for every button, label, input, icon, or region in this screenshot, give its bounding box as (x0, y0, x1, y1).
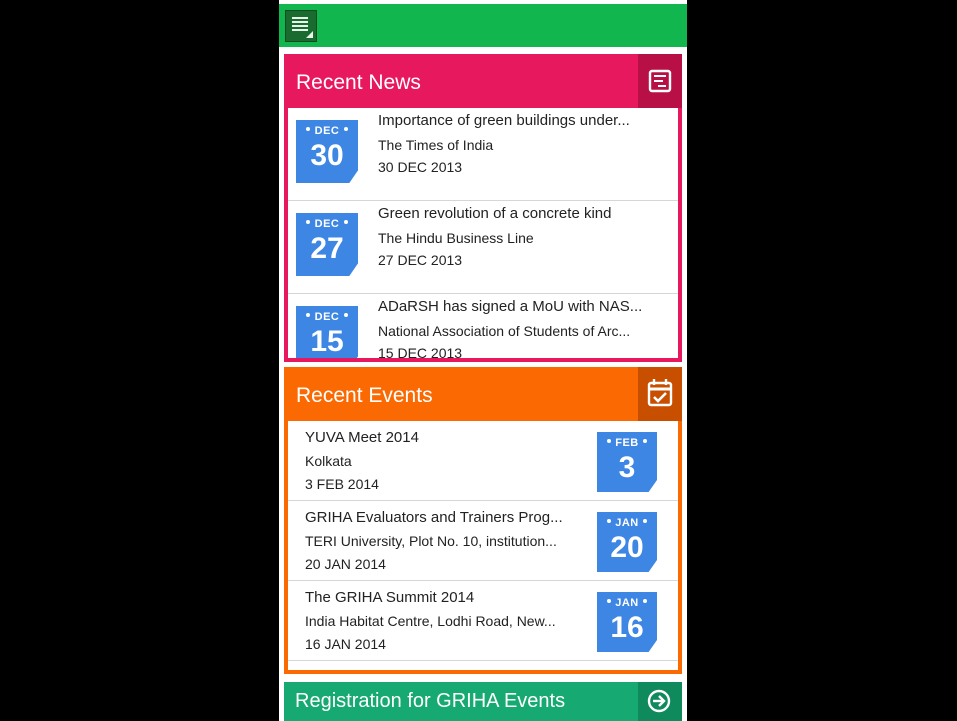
event-calendar-icon: JAN 16 (597, 592, 657, 652)
event-day: 20 (610, 531, 644, 564)
news-list-icon[interactable] (638, 54, 682, 108)
event-location: India Habitat Centre, Lodhi Road, New... (305, 613, 556, 629)
news-calendar-icon: DEC 30 (296, 120, 358, 183)
top-bar (279, 4, 687, 47)
event-month: FEB (615, 437, 639, 449)
news-date: 30 DEC 2013 (378, 159, 463, 175)
news-calendar-icon: DEC 15 (296, 306, 358, 358)
news-month: DEC (314, 125, 340, 137)
event-title: GRIHA Evaluators and Trainers Prog... (305, 509, 563, 526)
news-day: 27 (310, 232, 344, 265)
recent-events-header: Recent Events (288, 367, 682, 421)
event-day: 3 (618, 451, 636, 484)
event-item[interactable]: The GRIHA Summit 2014 India Habitat Cent… (288, 581, 678, 661)
news-date: 15 DEC 2013 (378, 345, 463, 358)
recent-news-title: Recent News (296, 71, 421, 94)
event-month: JAN (615, 597, 639, 609)
app-screen: Recent News DEC 30 Importance of green b… (279, 0, 687, 721)
event-title: The GRIHA Summit 2014 (305, 589, 475, 606)
event-date: 20 JAN 2014 (305, 556, 386, 572)
news-source: National Association of Students of Arc.… (378, 323, 631, 339)
registration-button[interactable]: Registration for GRIHA Events (284, 682, 682, 721)
arrow-right-circle-icon (638, 682, 682, 721)
event-title: YUVA Meet 2014 (305, 429, 419, 446)
news-headline: ADaRSH has signed a MoU with NAS... (378, 298, 643, 315)
news-source: The Times of India (378, 137, 494, 153)
news-day: 15 (310, 325, 344, 358)
news-source: The Hindu Business Line (378, 230, 534, 246)
event-location: TERI University, Plot No. 10, institutio… (305, 533, 557, 549)
news-item[interactable]: DEC 30 Importance of green buildings und… (288, 108, 678, 201)
news-headline: Green revolution of a concrete kind (378, 205, 612, 222)
event-month: JAN (615, 517, 639, 529)
news-calendar-icon: DEC 27 (296, 213, 358, 276)
news-day: 30 (310, 139, 344, 172)
event-item[interactable]: GRIHA Evaluators and Trainers Prog... TE… (288, 501, 678, 581)
news-headline: Importance of green buildings under... (378, 112, 630, 129)
events-list: YUVA Meet 2014 Kolkata 3 FEB 2014 FEB 3 … (288, 421, 678, 670)
event-calendar-icon: FEB 3 (597, 432, 657, 492)
event-calendar-icon: JAN 20 (597, 512, 657, 572)
news-item[interactable]: DEC 15 ADaRSH has signed a MoU with NAS.… (288, 294, 678, 358)
event-day: 16 (610, 611, 644, 644)
news-date: 27 DEC 2013 (378, 252, 463, 268)
recent-news-header: Recent News (288, 54, 682, 108)
recent-events-card: Recent Events YUVA Meet 2014 Kolkata 3 F… (284, 367, 682, 674)
news-list: DEC 30 Importance of green buildings und… (288, 108, 678, 358)
news-month: DEC (314, 311, 340, 323)
calendar-check-icon[interactable] (638, 367, 682, 421)
recent-news-card: Recent News DEC 30 Importance of green b… (284, 54, 682, 362)
event-date: 3 FEB 2014 (305, 476, 379, 492)
registration-label: Registration for GRIHA Events (295, 690, 566, 712)
event-item[interactable]: YUVA Meet 2014 Kolkata 3 FEB 2014 FEB 3 (288, 421, 678, 501)
menu-icon[interactable] (285, 10, 317, 42)
event-location: Kolkata (305, 453, 352, 469)
news-month: DEC (314, 218, 340, 230)
event-date: 16 JAN 2014 (305, 636, 386, 652)
news-item[interactable]: DEC 27 Green revolution of a concrete ki… (288, 201, 678, 294)
recent-events-title: Recent Events (296, 384, 433, 407)
